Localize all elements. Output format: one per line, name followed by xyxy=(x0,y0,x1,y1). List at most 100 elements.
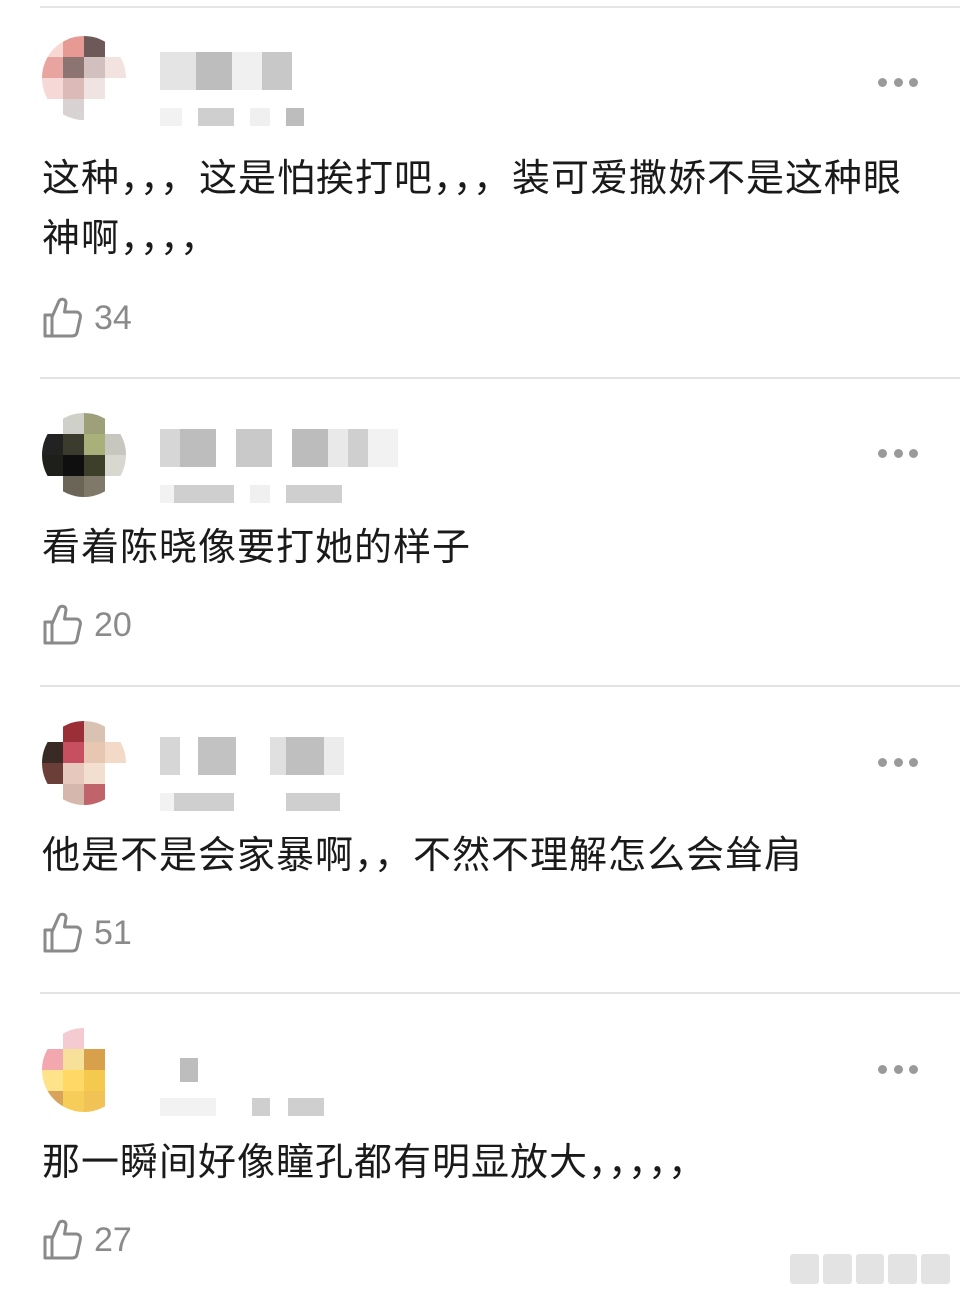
avatar-pixel xyxy=(42,742,63,763)
avatar-pixel xyxy=(63,36,84,57)
avatar-pixel xyxy=(84,434,105,455)
avatar-pixel xyxy=(105,1049,126,1070)
divider xyxy=(40,685,960,687)
avatar-pixel xyxy=(42,1091,63,1112)
thumbs-up-icon xyxy=(43,1219,82,1260)
more-options-button[interactable] xyxy=(878,1062,918,1076)
avatar-pixel xyxy=(42,1070,63,1091)
avatar-pixel xyxy=(84,78,105,99)
divider xyxy=(40,992,960,994)
thumbs-up-icon xyxy=(43,912,82,953)
avatar[interactable] xyxy=(42,1028,126,1112)
avatar-pixel xyxy=(42,99,63,120)
avatar-pixel xyxy=(84,1070,105,1091)
like-count: 27 xyxy=(94,1220,132,1259)
avatar-pixel xyxy=(84,742,105,763)
timestamp-blurred xyxy=(160,485,342,503)
avatar-pixel xyxy=(105,742,126,763)
more-options-button[interactable] xyxy=(878,755,918,769)
avatar-pixel xyxy=(42,413,63,434)
top-divider xyxy=(40,6,960,8)
avatar-pixel xyxy=(84,1028,105,1049)
like-count: 34 xyxy=(94,298,132,337)
avatar-pixel xyxy=(63,57,84,78)
username-blurred[interactable] xyxy=(160,52,292,90)
more-options-button[interactable] xyxy=(878,75,918,89)
more-dots-icon xyxy=(878,77,887,87)
avatar-pixel xyxy=(63,455,84,476)
avatar-pixel xyxy=(105,476,126,497)
like-count: 51 xyxy=(94,913,132,952)
timestamp-blurred xyxy=(160,108,304,126)
more-dots-icon xyxy=(878,1064,887,1074)
comment-text: 他是不是会家暴啊，，不然不理解怎么会耸肩 xyxy=(42,833,804,877)
more-dots-icon xyxy=(878,448,887,458)
avatar-pixel xyxy=(63,1049,84,1070)
timestamp-blurred xyxy=(160,1098,324,1116)
avatar-pixel xyxy=(42,1028,63,1049)
avatar-pixel xyxy=(42,1049,63,1070)
avatar-pixel xyxy=(63,1028,84,1049)
watermark-blurred xyxy=(790,1254,950,1284)
avatar-pixel xyxy=(105,763,126,784)
avatar-pixel xyxy=(105,1070,126,1091)
username-blurred[interactable] xyxy=(160,737,344,775)
avatar-pixel xyxy=(105,78,126,99)
avatar-pixel xyxy=(105,721,126,742)
avatar-pixel xyxy=(105,36,126,57)
avatar-pixel xyxy=(105,99,126,120)
avatar-pixel xyxy=(42,784,63,805)
avatar-pixel xyxy=(84,1049,105,1070)
avatar-pixel xyxy=(63,1091,84,1112)
thumbs-up-icon xyxy=(43,297,82,338)
timestamp-blurred xyxy=(160,793,340,811)
avatar-pixel xyxy=(63,1070,84,1091)
avatar-pixel xyxy=(42,455,63,476)
avatar-pixel xyxy=(63,413,84,434)
avatar-pixel xyxy=(105,413,126,434)
avatar-pixel xyxy=(63,763,84,784)
comment-text: 看着陈晓像要打她的样子 xyxy=(42,525,472,569)
avatar-pixel xyxy=(84,455,105,476)
divider xyxy=(40,377,960,379)
avatar[interactable] xyxy=(42,721,126,805)
avatar-pixel xyxy=(105,1028,126,1049)
like-button[interactable]: 34 xyxy=(42,296,132,340)
avatar-pixel xyxy=(84,99,105,120)
avatar-pixel xyxy=(84,36,105,57)
avatar-pixel xyxy=(105,455,126,476)
avatar[interactable] xyxy=(42,413,126,497)
username-blurred[interactable] xyxy=(160,1058,198,1082)
avatar-pixel xyxy=(42,763,63,784)
avatar-pixel xyxy=(105,57,126,78)
avatar-pixel xyxy=(84,57,105,78)
avatar-pixel xyxy=(84,784,105,805)
more-options-button[interactable] xyxy=(878,446,918,460)
avatar-pixel xyxy=(105,434,126,455)
avatar-pixel xyxy=(84,1091,105,1112)
avatar-pixel xyxy=(42,78,63,99)
like-button[interactable]: 20 xyxy=(42,603,132,647)
avatar-pixel xyxy=(84,763,105,784)
avatar-pixel xyxy=(84,413,105,434)
avatar-pixel xyxy=(84,721,105,742)
avatar-pixel xyxy=(105,1091,126,1112)
avatar-pixel xyxy=(63,476,84,497)
avatar-pixel xyxy=(42,476,63,497)
comment-text: 那一瞬间好像瞳孔都有明显放大，，，，， xyxy=(42,1140,708,1184)
more-dots-icon xyxy=(878,757,887,767)
avatar-pixel xyxy=(42,36,63,57)
avatar-pixel xyxy=(105,784,126,805)
like-count: 20 xyxy=(94,605,132,644)
avatar-pixel xyxy=(63,742,84,763)
like-button[interactable]: 27 xyxy=(42,1218,132,1262)
avatar-pixel xyxy=(63,78,84,99)
avatar-pixel xyxy=(42,434,63,455)
username-blurred[interactable] xyxy=(160,429,398,467)
like-button[interactable]: 51 xyxy=(42,911,132,955)
avatar-pixel xyxy=(42,57,63,78)
avatar-pixel xyxy=(84,476,105,497)
avatar-pixel xyxy=(63,434,84,455)
thumbs-up-icon xyxy=(43,604,82,645)
avatar[interactable] xyxy=(42,36,126,120)
